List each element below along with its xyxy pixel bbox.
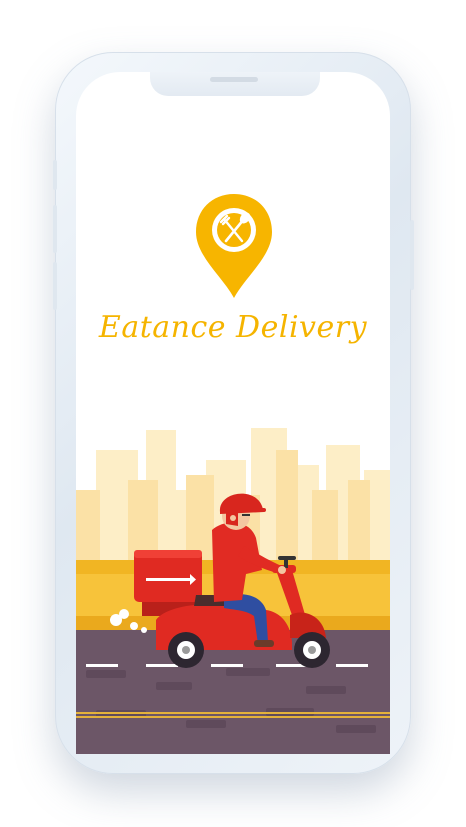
phone-side-button — [53, 160, 57, 190]
brand-title: Eatance Delivery — [98, 310, 368, 345]
phone-side-button — [53, 205, 57, 253]
splash-screen-mockup: Eatance Delivery — [0, 0, 466, 827]
location-pin-fork-spoon-icon — [194, 192, 274, 302]
phone-speaker — [210, 77, 258, 82]
phone-side-button — [410, 220, 414, 290]
scooter-delivery-illustration — [76, 420, 394, 754]
phone-notch — [150, 72, 320, 96]
phone-side-button — [53, 262, 57, 310]
